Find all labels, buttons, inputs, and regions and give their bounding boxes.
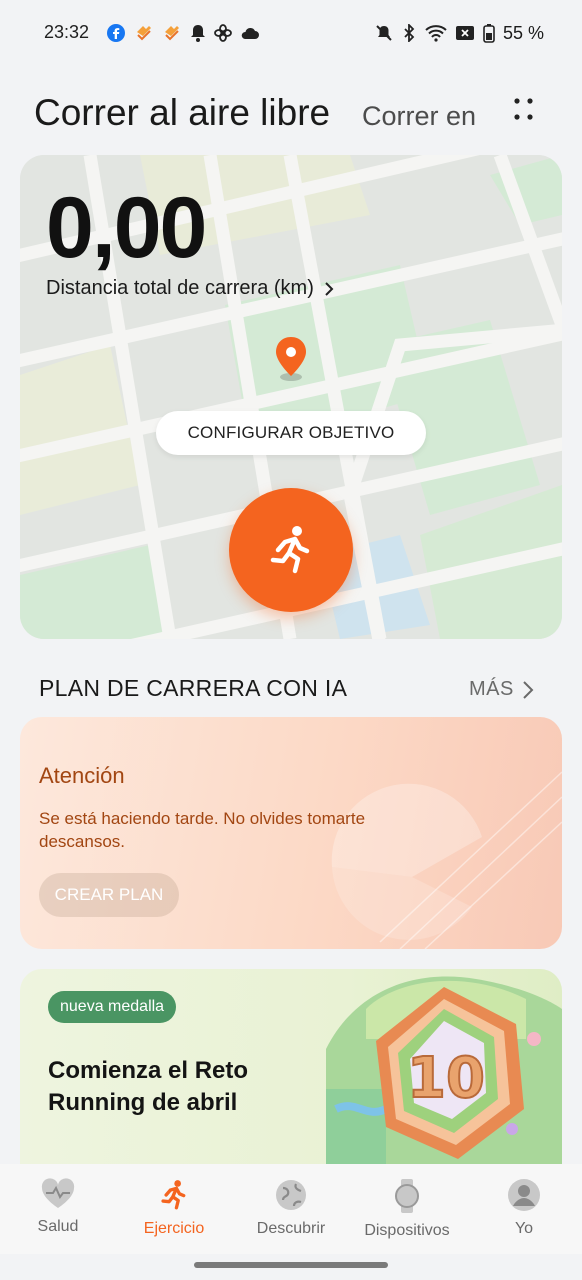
page-title: Correr al aire libre [34, 92, 331, 133]
ai-plan-more-link[interactable]: MÁS [469, 678, 534, 701]
challenge-title: Comienza el Reto Running de abril [48, 1057, 249, 1116]
nav-label: Descubrir [256, 1220, 326, 1237]
wifi-icon [425, 25, 447, 42]
plan-heading: Atención [39, 763, 125, 788]
create-plan-button[interactable]: CREAR PLAN [39, 873, 179, 917]
mute-icon [376, 25, 392, 41]
heart-rate-app-icon [137, 26, 151, 41]
bell-icon [191, 25, 205, 42]
more-dots-icon [514, 98, 533, 120]
svg-text:10: 10 [407, 1046, 485, 1111]
battery-icon [483, 24, 495, 43]
status-system-icons: 55 % [375, 22, 544, 44]
ai-plan-card[interactable]: Atención Se está haciendo tarde. No olvi… [20, 717, 562, 949]
nav-label: Ejercicio [143, 1220, 205, 1237]
start-run-button[interactable] [229, 488, 353, 612]
map-card: 0,00 Distancia total de carrera (km) CON… [20, 155, 562, 639]
challenge-banner[interactable]: 10 nueva medalla Comienza el Reto Runnin… [20, 969, 562, 1169]
status-time: 23:32 [44, 22, 90, 42]
status-notification-icons [106, 22, 260, 44]
tab-indoor-run[interactable]: Correr en [362, 101, 476, 132]
running-person-icon [161, 1180, 186, 1210]
watch-icon [395, 1179, 419, 1213]
fan-icon [214, 24, 232, 42]
nav-item-descubrir[interactable]: Descubrir [233, 1178, 349, 1238]
nav-item-ejercicio[interactable]: Ejercicio [116, 1178, 232, 1238]
distance-value: 0,00 [46, 180, 207, 276]
plan-message: Se está haciendo tarde. No olvides tomar… [39, 809, 366, 851]
running-person-icon [270, 526, 310, 574]
battery-percent: 55 % [502, 22, 544, 43]
heart-pulse-icon [41, 1178, 75, 1208]
chevron-right-icon [325, 281, 334, 296]
nav-label: Salud [37, 1218, 79, 1235]
nav-item-dispositivos[interactable]: Dispositivos [349, 1178, 465, 1240]
nav-item-yo[interactable]: Yo [466, 1178, 582, 1238]
status-bar: 23:32 55 % [0, 0, 582, 64]
location-pin-icon [276, 337, 306, 381]
new-medal-badge: nueva medalla [48, 991, 177, 1023]
globe-icon [276, 1180, 306, 1210]
nav-label: Dispositivos [364, 1222, 450, 1239]
user-icon [508, 1179, 540, 1211]
bluetooth-icon [404, 24, 415, 42]
chevron-right-icon [523, 680, 534, 699]
sim-off-icon [455, 26, 474, 40]
nav-item-salud[interactable]: Salud [0, 1178, 116, 1236]
cloud-icon [241, 27, 259, 39]
distance-label: Distancia total de carrera (km) [46, 277, 314, 299]
nav-label: Yo [514, 1220, 534, 1237]
ai-plan-section-title: PLAN DE CARRERA CON IA [39, 675, 348, 701]
facebook-icon [107, 24, 125, 42]
home-indicator[interactable] [194, 1262, 388, 1268]
set-goal-button[interactable]: CONFIGURAR OBJETIVO [156, 411, 426, 455]
more-label: MÁS [469, 678, 514, 700]
more-menu-button[interactable] [505, 92, 541, 128]
heart-rate-app-icon [165, 26, 179, 41]
medal-illustration: 10 [326, 976, 562, 1169]
distance-label-link[interactable]: Distancia total de carrera (km) [46, 277, 334, 300]
bottom-navigation: Salud Ejercicio Descubrir Dispositivos Y… [0, 1164, 582, 1254]
